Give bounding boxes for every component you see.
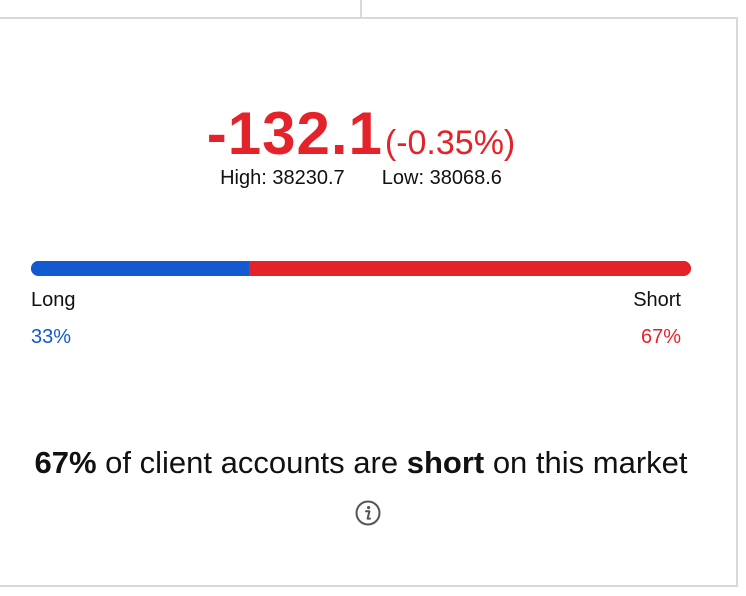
summary-text-before: of client accounts are: [96, 445, 407, 480]
summary-position: short: [406, 445, 485, 480]
short-label: Short: [633, 289, 681, 311]
high-value: 38230.7: [272, 167, 345, 189]
client-sentiment-panel: -132.1(-0.35%) High: 38230.7 Low: 38068.…: [0, 17, 738, 587]
long-label: Long: [31, 289, 76, 311]
summary-percent: 67%: [34, 445, 97, 480]
low-label: Low:: [381, 167, 425, 189]
day-range: High: 38230.7 Low: 38068.6: [0, 167, 722, 190]
short-percent: 67%: [640, 326, 681, 348]
sentiment-summary: 67% of client accounts are short on this…: [20, 437, 702, 541]
sentiment-bar-short: [248, 261, 691, 276]
low-value: 38068.6: [429, 167, 502, 189]
info-icon[interactable]: [354, 491, 382, 526]
column-divider: [360, 0, 362, 18]
sentiment-bar: [31, 261, 691, 276]
previous-panel-strip: [0, 0, 746, 18]
summary-text-after: on this market: [484, 445, 688, 480]
sentiment-bar-long: [31, 261, 249, 276]
price-change: -132.1(-0.35%): [0, 99, 722, 168]
long-percent: 33%: [31, 326, 72, 348]
high-label: High:: [220, 167, 267, 189]
change-value: -132.1: [206, 100, 383, 167]
change-percent: (-0.35%): [384, 124, 516, 162]
